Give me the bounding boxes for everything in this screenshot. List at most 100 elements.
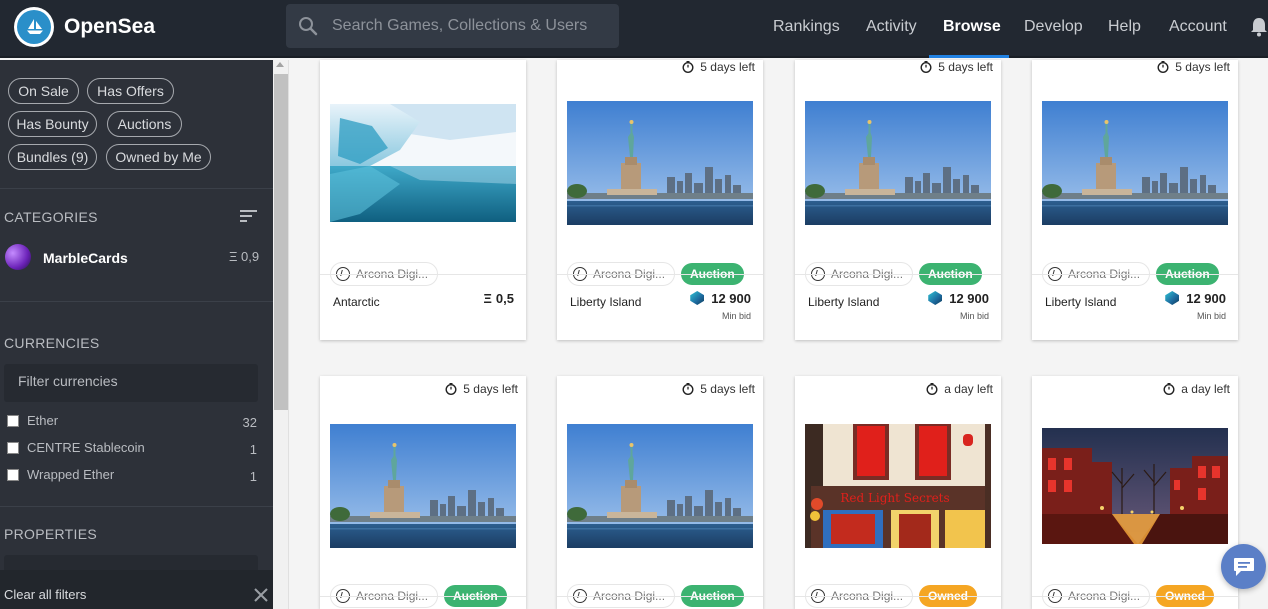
clock-icon bbox=[445, 383, 457, 396]
time-left: 5 days left bbox=[682, 60, 755, 74]
nft-image[interactable]: Red Light Secrets bbox=[805, 424, 991, 548]
category-marblecards[interactable]: MarbleCards bbox=[43, 250, 128, 266]
price: 12 900 bbox=[690, 291, 751, 306]
token-icon bbox=[1165, 291, 1180, 305]
nav-help[interactable]: Help bbox=[1108, 18, 1141, 36]
time-left: a day left bbox=[926, 382, 993, 396]
sailboat-icon bbox=[27, 19, 43, 34]
filter-bundles[interactable]: Bundles (9) bbox=[8, 144, 97, 170]
nav-rankings[interactable]: Rankings bbox=[773, 18, 840, 36]
nft-image[interactable] bbox=[330, 424, 516, 548]
clock-icon bbox=[920, 61, 932, 74]
currency-count: 32 bbox=[242, 415, 257, 430]
close-icon[interactable] bbox=[254, 588, 268, 602]
card-divider bbox=[320, 274, 526, 275]
scroll-up-arrow[interactable] bbox=[276, 62, 284, 67]
filter-sidebar: On Sale Has Offers Has Bounty Auctions B… bbox=[0, 60, 273, 609]
chat-button[interactable] bbox=[1221, 544, 1266, 589]
nav-browse[interactable]: Browse bbox=[943, 18, 1001, 36]
nft-image[interactable] bbox=[567, 101, 753, 225]
logo-circle bbox=[17, 10, 51, 44]
currency-label: Wrapped Ether bbox=[27, 467, 115, 482]
token-icon bbox=[690, 291, 705, 305]
scroll-thumb[interactable] bbox=[274, 74, 288, 410]
currency-row-ether[interactable]: Ether 32 bbox=[7, 413, 257, 433]
nft-image[interactable] bbox=[1042, 101, 1228, 225]
price: 12 900 bbox=[928, 291, 989, 306]
nft-card[interactable]: 5 days left Arcona Digi... Auction bbox=[320, 376, 526, 609]
section-divider bbox=[0, 301, 273, 302]
price-value: 12 900 bbox=[711, 291, 751, 306]
section-divider bbox=[0, 506, 273, 507]
filter-on-sale[interactable]: On Sale bbox=[8, 78, 79, 104]
checkbox[interactable] bbox=[7, 442, 19, 454]
nft-card[interactable]: a day left Red Light Secrets Arcona Digi… bbox=[795, 376, 1001, 609]
nav-develop[interactable]: Develop bbox=[1024, 18, 1083, 36]
bell-icon[interactable] bbox=[1250, 17, 1268, 37]
currency-row-wrapped-ether[interactable]: Wrapped Ether 1 bbox=[7, 467, 257, 487]
nft-card[interactable]: 5 days left Arcona Digi... Auction Liberty… bbox=[795, 60, 1001, 340]
currency-row-centre-stablecoin[interactable]: CENTRE Stablecoin 1 bbox=[7, 440, 257, 460]
time-left-text: 5 days left bbox=[938, 60, 993, 74]
top-navbar: OpenSea Rankings Activity Browse Develop… bbox=[0, 0, 1268, 58]
properties-title: PROPERTIES bbox=[4, 526, 97, 542]
checkbox[interactable] bbox=[7, 415, 19, 427]
currencies-title: CURRENCIES bbox=[4, 335, 100, 351]
sidebar-scrollbar[interactable] bbox=[273, 60, 289, 609]
nft-image[interactable] bbox=[1042, 428, 1228, 544]
sort-icon[interactable] bbox=[240, 210, 257, 223]
time-left: 5 days left bbox=[1157, 60, 1230, 74]
nft-card[interactable]: a day left Arcona Digi... Owned bbox=[1032, 376, 1238, 609]
search-input[interactable] bbox=[332, 14, 602, 38]
clock-icon bbox=[1163, 383, 1175, 396]
clock-icon bbox=[682, 61, 694, 74]
price: Ξ 0,5 bbox=[484, 291, 514, 306]
card-divider bbox=[557, 596, 763, 597]
nft-name[interactable]: Liberty Island bbox=[808, 295, 879, 309]
brand-name[interactable]: OpenSea bbox=[64, 15, 155, 39]
nft-name[interactable]: Liberty Island bbox=[1045, 295, 1116, 309]
nav-account[interactable]: Account bbox=[1169, 18, 1227, 36]
time-left-text: 5 days left bbox=[700, 60, 755, 74]
clear-filters-bar[interactable]: Clear all filters bbox=[0, 570, 273, 609]
nft-name[interactable]: Antarctic bbox=[333, 295, 380, 309]
time-left: a day left bbox=[1163, 382, 1230, 396]
search-icon bbox=[299, 17, 318, 36]
filter-currencies-input[interactable] bbox=[18, 373, 238, 389]
nft-image[interactable] bbox=[805, 101, 991, 225]
active-tab-indicator bbox=[929, 55, 1009, 58]
nft-name[interactable]: Liberty Island bbox=[570, 295, 641, 309]
nft-image[interactable] bbox=[567, 424, 753, 548]
nav-activity[interactable]: Activity bbox=[866, 18, 917, 36]
checkbox[interactable] bbox=[7, 469, 19, 481]
card-divider bbox=[557, 274, 763, 275]
time-left-text: a day left bbox=[944, 382, 993, 396]
marblecards-avatar bbox=[5, 244, 31, 270]
category-floor-price: Ξ 0,9 bbox=[229, 249, 260, 264]
opensea-logo[interactable] bbox=[14, 7, 54, 47]
currency-label: CENTRE Stablecoin bbox=[27, 440, 145, 455]
clock-icon bbox=[1157, 61, 1169, 74]
filter-has-offers[interactable]: Has Offers bbox=[87, 78, 174, 104]
nft-card[interactable]: Arcona Digi... Antarctic Ξ 0,5 bbox=[320, 60, 526, 340]
filter-currencies-box[interactable] bbox=[4, 364, 258, 402]
nft-card[interactable]: 5 days left Arcona Digi... Auction Liberty… bbox=[1032, 60, 1238, 340]
min-bid-label: Min bid bbox=[1196, 311, 1226, 321]
time-left: 5 days left bbox=[920, 60, 993, 74]
nft-card[interactable]: 5 days left Arcona Digi... Auction bbox=[557, 376, 763, 609]
currency-label: Ether bbox=[27, 413, 59, 428]
card-divider bbox=[795, 596, 1001, 597]
filter-owned-by-me[interactable]: Owned by Me bbox=[106, 144, 211, 170]
nft-card[interactable]: 5 days left Arcona Digi... Auction Liberty… bbox=[557, 60, 763, 340]
card-divider bbox=[320, 596, 526, 597]
search-bar[interactable] bbox=[286, 4, 619, 48]
eth-symbol: Ξ bbox=[483, 291, 492, 306]
section-divider bbox=[0, 188, 273, 189]
shop-sign-text: Red Light Secrets bbox=[840, 491, 949, 505]
nft-image[interactable] bbox=[330, 104, 516, 222]
filter-has-bounty[interactable]: Has Bounty bbox=[8, 111, 97, 137]
time-left: 5 days left bbox=[682, 382, 755, 396]
time-left: 5 days left bbox=[445, 382, 518, 396]
filter-auctions[interactable]: Auctions bbox=[107, 111, 182, 137]
clear-all-filters[interactable]: Clear all filters bbox=[4, 587, 86, 602]
